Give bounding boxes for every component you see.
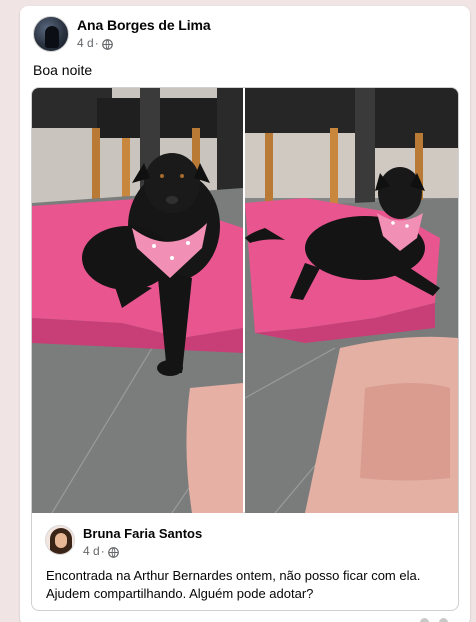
avatar-face xyxy=(55,533,67,548)
globe-icon xyxy=(107,546,119,558)
shared-author-avatar[interactable] xyxy=(45,525,75,555)
author-block: Ana Borges de Lima 4 d · xyxy=(77,16,211,51)
photo-grid xyxy=(32,88,458,513)
shared-author-name[interactable]: Bruna Faria Santos xyxy=(83,525,202,542)
globe-icon xyxy=(101,38,113,50)
shared-meta-separator: · xyxy=(100,544,105,558)
shared-post-time[interactable]: 4 d xyxy=(83,543,100,559)
reaction-icon xyxy=(420,618,429,622)
post-meta: 4 d · xyxy=(77,35,211,51)
shared-post-text: Encontrada na Arthur Bernardes ontem, nã… xyxy=(46,568,421,601)
meta-separator: · xyxy=(94,36,99,50)
shared-post-meta: 4 d · xyxy=(83,543,202,559)
shared-post-header: Bruna Faria Santos 4 d · xyxy=(45,525,202,559)
dog-photo-left[interactable] xyxy=(32,88,243,513)
dog-photo-right[interactable] xyxy=(245,88,458,513)
author-name[interactable]: Ana Borges de Lima xyxy=(77,16,211,34)
post-time[interactable]: 4 d xyxy=(77,35,94,51)
avatar-figure xyxy=(45,26,59,48)
shared-post[interactable]: Bruna Faria Santos 4 d · Encontrada na A… xyxy=(31,87,459,611)
shared-author-block: Bruna Faria Santos 4 d · xyxy=(83,525,202,559)
post-header: Ana Borges de Lima 4 d · xyxy=(33,16,211,52)
author-avatar[interactable] xyxy=(33,16,69,52)
post-card: Ana Borges de Lima 4 d · Boa noite Bruna… xyxy=(20,6,470,622)
reaction-icons-peek xyxy=(420,618,448,622)
reaction-icon xyxy=(439,618,448,622)
post-text: Boa noite xyxy=(33,62,93,78)
